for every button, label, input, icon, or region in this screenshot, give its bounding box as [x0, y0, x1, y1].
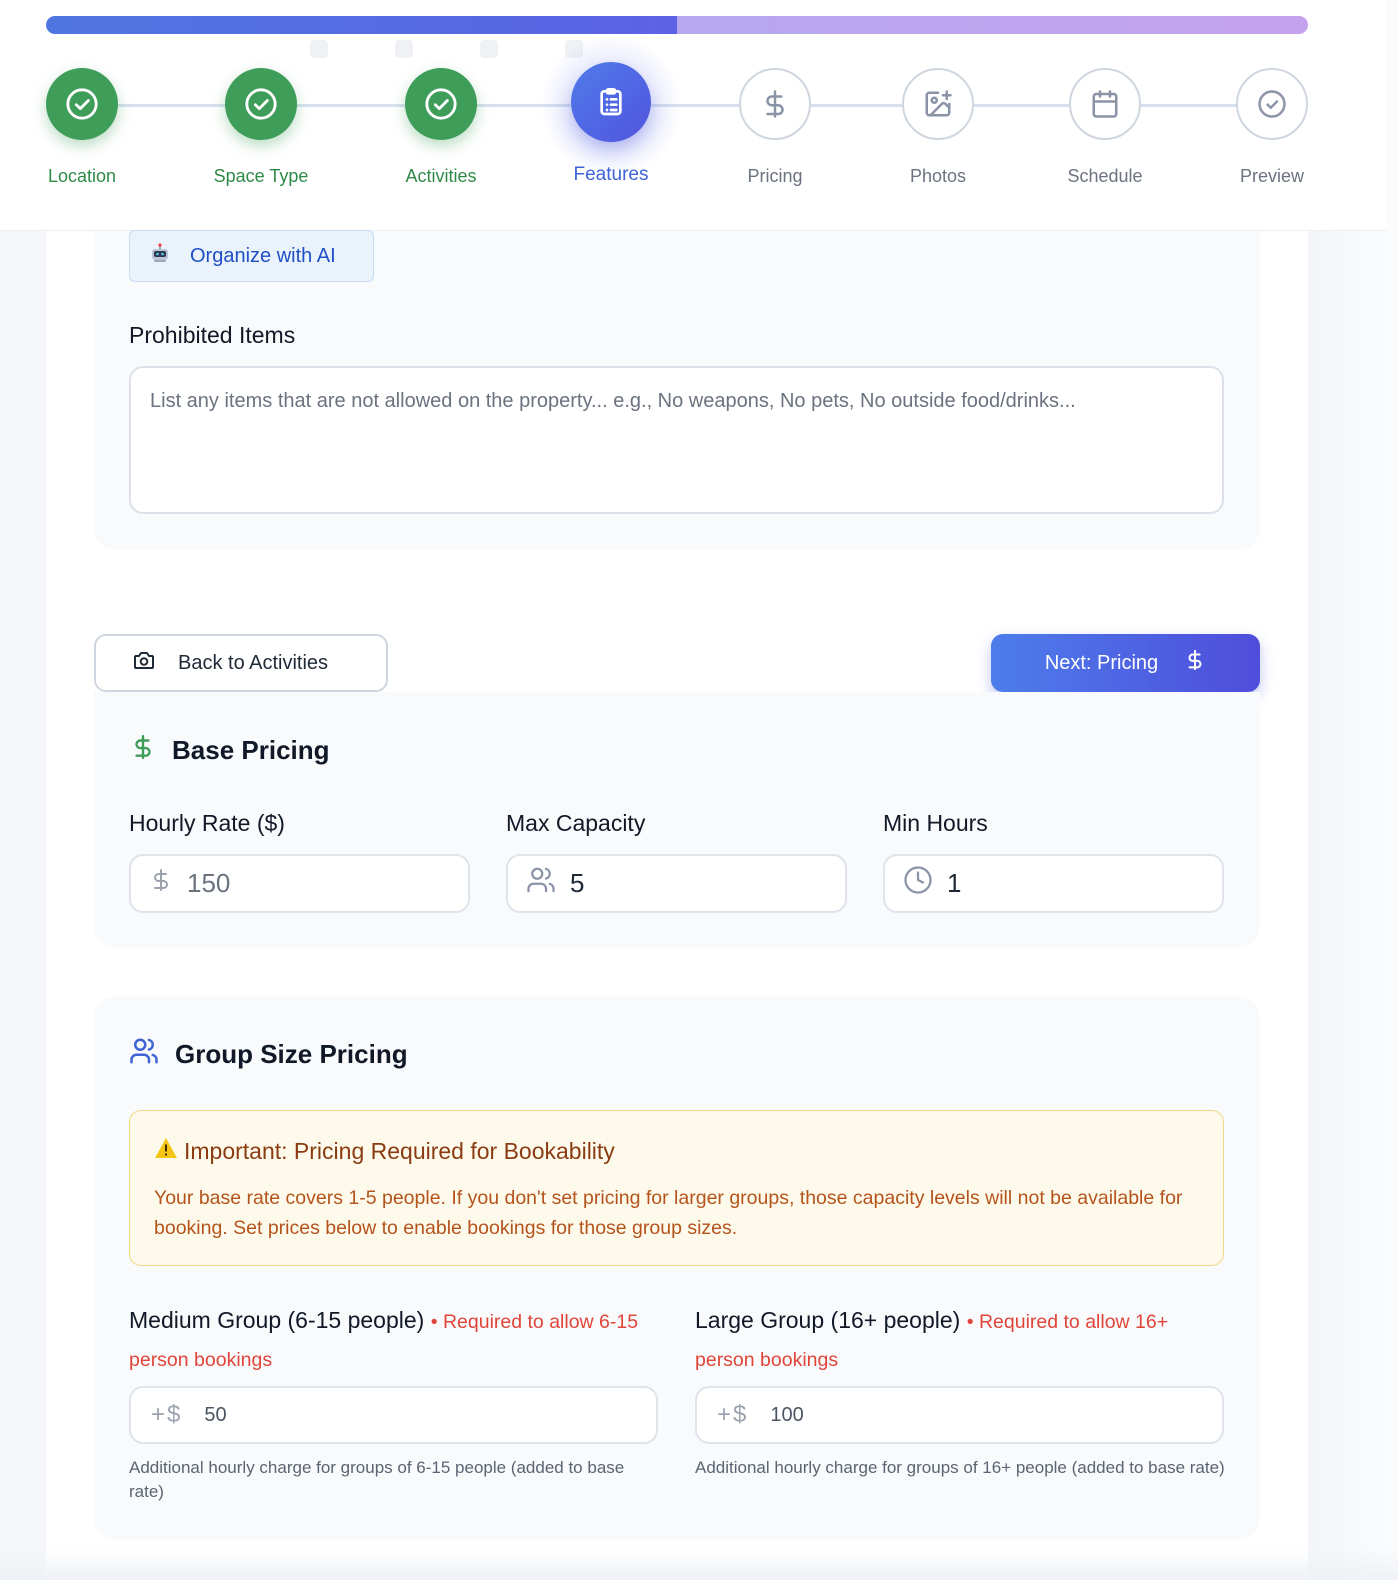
- warning-body: Your base rate covers 1-5 people. If you…: [154, 1187, 1183, 1239]
- bottom-fade: [0, 1548, 1398, 1580]
- warning-icon: [154, 1137, 178, 1165]
- min-hours-label: Min Hours: [883, 810, 988, 836]
- max-capacity-label: Max Capacity: [506, 810, 646, 836]
- plus-dollar-prefix: +$: [151, 1401, 183, 1428]
- group-pricing-heading: Group Size Pricing: [129, 1036, 408, 1073]
- warning-title: Important: Pricing Required for Bookabil…: [184, 1137, 615, 1164]
- dollar-icon: [739, 68, 811, 140]
- plus-dollar-prefix: +$: [717, 1401, 749, 1428]
- medium-group-label-block: Medium Group (6-15 people) • Required to…: [129, 1302, 659, 1378]
- next-button-label: Next: Pricing: [1044, 651, 1159, 674]
- medium-group-label: Medium Group (6-15 people): [129, 1307, 425, 1333]
- step-preview[interactable]: Preview: [1212, 68, 1332, 187]
- large-group-helper: Additional hourly charge for groups of 1…: [695, 1458, 1225, 1477]
- progress-bar: [46, 16, 1308, 34]
- step-label: Preview: [1239, 166, 1305, 186]
- step-pricing[interactable]: Pricing: [715, 68, 835, 187]
- organize-with-ai-button[interactable]: Organize with AI: [129, 230, 374, 282]
- step-photos[interactable]: Photos: [878, 68, 998, 187]
- step-label: Schedule: [1067, 166, 1143, 186]
- group-pricing-title: Group Size Pricing: [175, 1039, 408, 1069]
- step-label: Space Type: [213, 166, 309, 186]
- step-label: Photos: [909, 166, 967, 186]
- users-icon: [129, 1036, 159, 1073]
- step-label: Location: [47, 166, 117, 186]
- max-capacity-value: 5: [570, 868, 585, 898]
- camera-icon: [132, 648, 156, 678]
- step-schedule[interactable]: Schedule: [1045, 68, 1165, 187]
- calendar-icon: [1069, 68, 1141, 140]
- min-hours-input[interactable]: 1: [883, 854, 1224, 913]
- back-button-label: Back to Activities: [178, 651, 329, 674]
- step-location[interactable]: Location: [22, 68, 142, 187]
- faded-top-nav: [310, 38, 598, 59]
- clock-icon: [903, 865, 933, 902]
- medium-group-helper: Additional hourly charge for groups of 6…: [129, 1458, 625, 1501]
- check-circle-icon: [1236, 68, 1308, 140]
- warning-title-row: Important: Pricing Required for Bookabil…: [154, 1137, 1199, 1165]
- base-pricing-title: Base Pricing: [172, 735, 330, 765]
- image-plus-icon: [902, 68, 974, 140]
- base-pricing-heading: Base Pricing: [130, 732, 330, 769]
- hourly-rate-input[interactable]: 150: [129, 854, 470, 913]
- step-label: Activities: [405, 166, 477, 186]
- step-space-type[interactable]: Space Type: [201, 68, 321, 187]
- check-circle-icon: [405, 68, 477, 140]
- dollar-icon: [1184, 647, 1206, 679]
- check-circle-icon: [46, 68, 118, 140]
- hourly-rate-value: 150: [187, 868, 231, 898]
- max-capacity-input[interactable]: 5: [506, 854, 847, 913]
- progress-bar-fill: [46, 16, 677, 34]
- users-icon: [526, 865, 556, 902]
- clipboard-icon: [571, 62, 651, 142]
- next-pricing-button[interactable]: Next: Pricing: [991, 634, 1260, 692]
- pricing-warning-box: Important: Pricing Required for Bookabil…: [129, 1110, 1224, 1266]
- step-label: Pricing: [747, 166, 803, 186]
- dollar-icon: [149, 865, 173, 902]
- hourly-rate-label: Hourly Rate ($): [129, 810, 285, 836]
- organize-with-ai-label: Organize with AI: [190, 244, 336, 267]
- back-to-activities-button[interactable]: Back to Activities: [94, 634, 388, 692]
- prohibited-items-textarea[interactable]: List any items that are not allowed on t…: [129, 366, 1224, 514]
- large-group-label-block: Large Group (16+ people) • Required to a…: [695, 1302, 1225, 1378]
- robot-icon: [148, 241, 172, 271]
- background-gutter: [1308, 0, 1398, 1580]
- check-circle-icon: [225, 68, 297, 140]
- prohibited-items-label: Prohibited Items: [129, 322, 296, 348]
- dollar-icon: [130, 732, 156, 769]
- step-activities[interactable]: Activities: [381, 68, 501, 187]
- min-hours-value: 1: [947, 868, 962, 898]
- wizard-stepper: Location Space Type Activities Features …: [0, 0, 1386, 231]
- medium-group-value: 50: [204, 1403, 227, 1426]
- medium-group-price-input[interactable]: +$ 50: [129, 1386, 658, 1444]
- large-group-label: Large Group (16+ people): [695, 1307, 961, 1333]
- large-group-value: 100: [770, 1403, 804, 1426]
- large-group-price-input[interactable]: +$ 100: [695, 1386, 1224, 1444]
- step-features[interactable]: Features: [541, 36, 681, 186]
- prohibited-items-placeholder: List any items that are not allowed on t…: [150, 390, 1076, 412]
